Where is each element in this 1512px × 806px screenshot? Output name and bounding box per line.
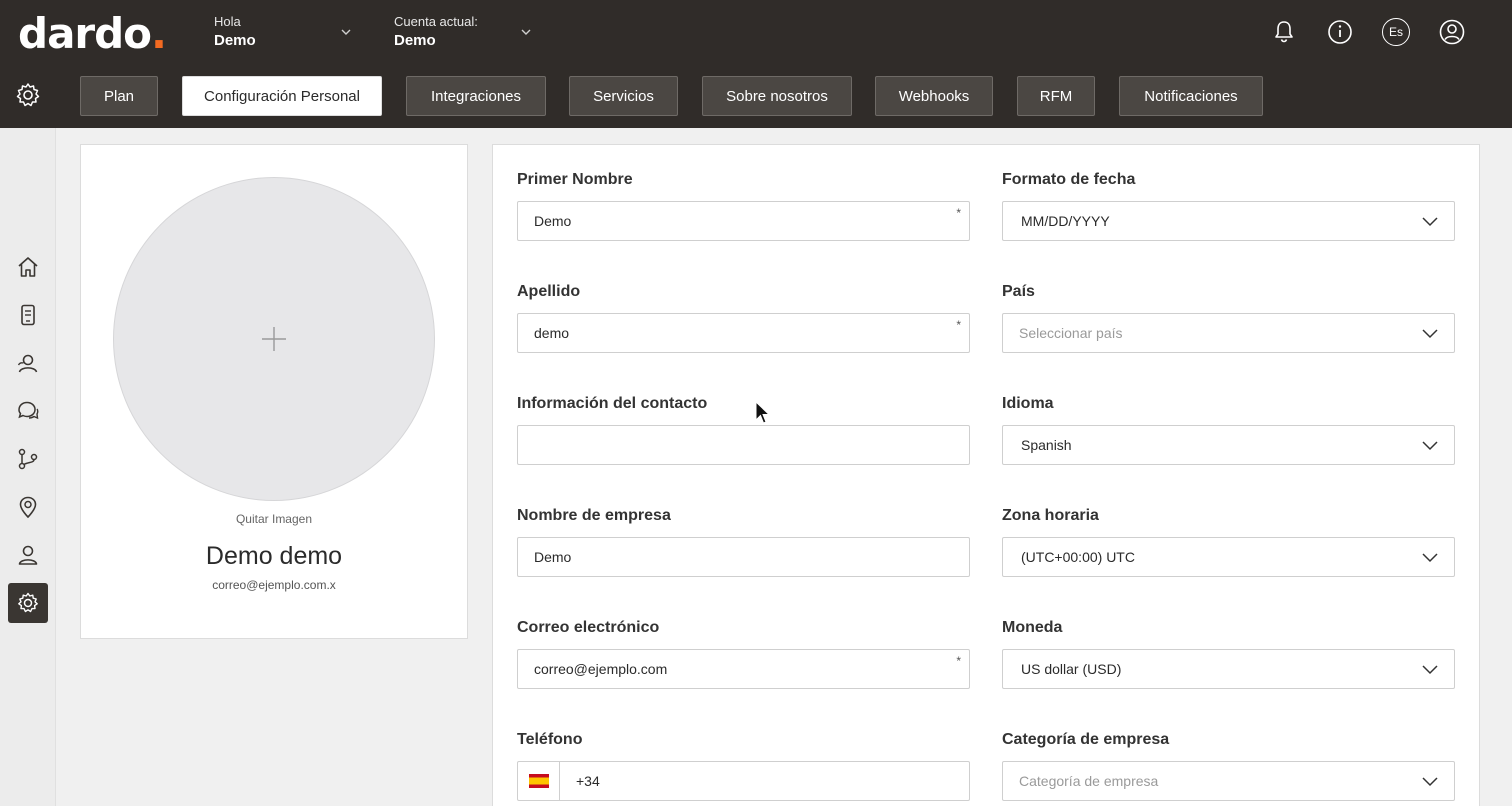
last-name-label: Apellido [517,283,581,300]
sidebar-item-home[interactable] [8,247,48,287]
timezone-label: Zona horaria [1002,507,1099,524]
phone-label: Teléfono [517,731,583,748]
contacts-icon [17,354,38,373]
timezone-value: (UTC+00:00) UTC [1021,549,1135,565]
sidebar-item-chat[interactable] [8,391,48,431]
company-name-field[interactable]: Demo [517,537,970,577]
settings-tab-bar: Plan Configuración Personal Integracione… [0,64,1512,128]
chat-icon [18,401,39,420]
email-field[interactable]: correo@ejemplo.com * [517,649,970,689]
tab-notifications[interactable]: Notificaciones [1119,76,1263,116]
home-icon [18,257,38,277]
country-placeholder: Seleccionar país [1019,325,1123,341]
greeting-block[interactable]: Hola Demo [214,14,256,52]
personal-settings-form: Primer Nombre Demo * Apellido demo * Inf… [492,144,1480,806]
phone-code: +34 [576,773,600,789]
logo-dot: . [151,9,167,58]
flow-icon [18,448,38,470]
chevron-down-icon[interactable] [520,26,532,38]
country-code-selector[interactable] [518,762,560,800]
chevron-down-icon[interactable] [340,26,352,38]
sidebar-item-flows[interactable] [8,439,48,479]
dardo-logo[interactable]: dardo. [18,9,167,58]
date-format-select[interactable]: MM/DD/YYYY [1002,201,1455,241]
last-name-field[interactable]: demo * [517,313,970,353]
greeting-name: Demo [214,32,256,49]
language-value: Spanish [1021,437,1072,453]
remove-image-link[interactable]: Quitar Imagen [81,512,467,526]
tab-rfm[interactable]: RFM [1017,76,1095,116]
user-icon [18,545,38,565]
info-icon[interactable] [1326,18,1354,46]
tab-integrations[interactable]: Integraciones [406,76,546,116]
profile-email: correo@ejemplo.com.x [212,578,336,592]
gear-icon [18,592,38,613]
phone-field[interactable]: +34 [517,761,970,801]
chevron-down-icon [1422,217,1438,227]
currency-select[interactable]: US dollar (USD) [1002,649,1455,689]
required-marker: * [956,318,961,332]
email-label: Correo electrónico [517,619,660,636]
language-icon[interactable]: Es [1382,18,1410,46]
profile-card: Quitar Imagen Demo demo correo@ejemplo.c… [80,144,468,639]
spain-flag-icon [528,774,549,788]
language-badge: Es [1388,25,1403,39]
sidebar-item-devices[interactable] [8,295,48,335]
contact-info-label: Información del contacto [517,395,708,412]
date-format-label: Formato de fecha [1002,171,1136,188]
gear-icon [16,83,40,107]
company-name-label: Nombre de empresa [517,507,671,524]
first-name-label: Primer Nombre [517,171,633,188]
language-label: Idioma [1002,395,1054,412]
sidebar-item-contacts[interactable] [8,343,48,383]
tab-webhooks[interactable]: Webhooks [875,76,993,116]
currency-label: Moneda [1002,619,1063,636]
email-value: correo@ejemplo.com [534,661,668,677]
chevron-down-icon [1422,665,1438,675]
sidebar-item-locations[interactable] [8,487,48,527]
first-name-value: Demo [534,213,572,229]
company-name-value: Demo [534,549,572,565]
country-label: País [1002,283,1035,300]
required-marker: * [956,654,961,668]
chevron-down-icon [1422,329,1438,339]
language-select[interactable]: Spanish [1002,425,1455,465]
tab-about-us[interactable]: Sobre nosotros [702,76,852,116]
first-name-field[interactable]: Demo * [517,201,970,241]
sidebar-item-settings[interactable] [8,583,48,623]
chevron-down-icon [1422,553,1438,563]
account-block[interactable]: Cuenta actual: Demo [394,14,478,52]
logo-text: dardo [18,9,152,58]
account-name: Demo [394,32,436,49]
account-label: Cuenta actual: [394,14,478,29]
company-category-select[interactable]: Categoría de empresa [1002,761,1455,801]
tab-plan[interactable]: Plan [80,76,158,116]
last-name-value: demo [534,325,570,341]
company-category-placeholder: Categoría de empresa [1019,773,1159,789]
sidebar-item-users[interactable] [8,535,48,575]
avatar-upload[interactable] [113,177,435,501]
date-format-value: MM/DD/YYYY [1021,213,1110,229]
required-marker: * [956,206,961,220]
chevron-down-icon [1422,441,1438,451]
company-category-label: Categoría de empresa [1002,731,1170,748]
tab-personal-settings[interactable]: Configuración Personal [182,76,382,116]
sidebar [0,128,56,806]
top-bar: dardo. Hola Demo Cuenta actual: Demo Es [0,0,1512,64]
currency-value: US dollar (USD) [1021,661,1122,677]
timezone-select[interactable]: (UTC+00:00) UTC [1002,537,1455,577]
contact-info-field[interactable] [517,425,970,465]
tab-services[interactable]: Servicios [569,76,678,116]
account-icon[interactable] [1438,18,1466,46]
greeting-label: Hola [214,14,241,29]
chevron-down-icon [1422,777,1438,787]
bell-icon[interactable] [1270,18,1298,46]
mouse-cursor-icon [755,401,771,424]
profile-name: Demo demo [205,542,343,570]
plus-icon [262,327,286,351]
location-icon [19,496,37,519]
country-select[interactable]: Seleccionar país [1002,313,1455,353]
phone-device-icon [21,304,35,326]
